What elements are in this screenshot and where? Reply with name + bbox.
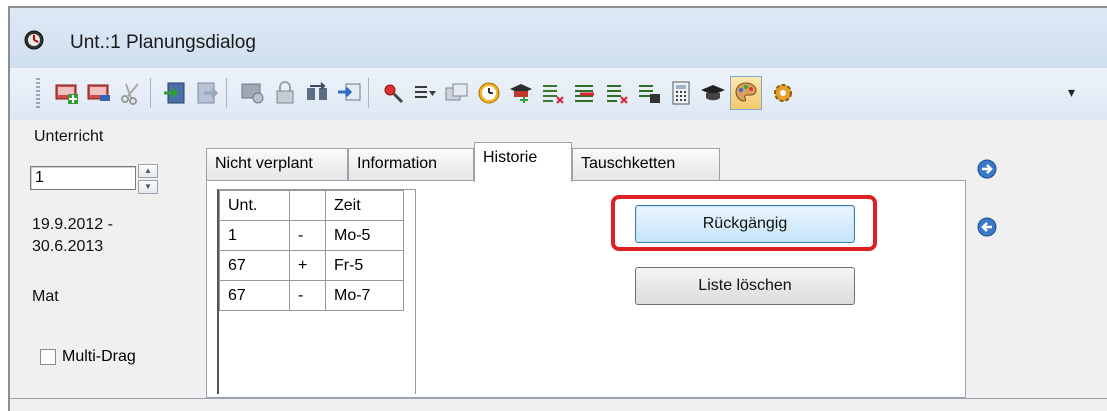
- table-header-row: Unt. Zeit: [219, 190, 404, 221]
- stepper-up-icon[interactable]: ▲: [138, 164, 158, 178]
- lesson-number-input[interactable]: [30, 166, 136, 190]
- list-check-icon[interactable]: [604, 80, 630, 106]
- tab-information[interactable]: Information: [348, 148, 474, 180]
- cell-sign: -: [289, 220, 326, 251]
- tab-historie[interactable]: Historie: [474, 142, 572, 182]
- calculator-icon[interactable]: [668, 80, 694, 106]
- export-icon[interactable]: [194, 80, 220, 106]
- settings-gear-icon[interactable]: [770, 80, 796, 106]
- dialog-content: Unterricht ▲ ▼ 19.9.2012 - 30.6.2013 Mat…: [10, 120, 1107, 411]
- column-header-unt[interactable]: Unt.: [219, 190, 290, 221]
- tab-nicht-verplant[interactable]: Nicht verplant: [206, 148, 348, 180]
- planning-dialog-window: Unt.:1 Planungsdialog ▾ Unterricht 1 ▲ ▼…: [8, 6, 1107, 411]
- swap-icon[interactable]: [304, 80, 330, 106]
- cell-zeit: Fr-5: [325, 250, 404, 281]
- column-header-zeit[interactable]: Zeit: [325, 190, 404, 221]
- cell-sign: +: [289, 250, 326, 281]
- list-icon[interactable]: [540, 80, 566, 106]
- cell-unt: 67: [219, 250, 290, 281]
- toolbar-separator: [150, 78, 151, 108]
- lesson-icon[interactable]: [86, 80, 112, 106]
- lock-icon[interactable]: [272, 80, 298, 106]
- graduation-icon[interactable]: [700, 80, 726, 106]
- transfer-icon[interactable]: [336, 80, 362, 106]
- list-filter-icon[interactable]: [412, 80, 438, 106]
- window-title: Unt.:1 Planungsdialog: [70, 32, 256, 53]
- multi-drag-label: Multi-Drag: [62, 348, 136, 365]
- subject-label: Mat: [32, 288, 59, 305]
- table-row[interactable]: 67 - Mo-7: [219, 280, 404, 311]
- list-edit-icon[interactable]: [636, 80, 662, 106]
- arrow-left-icon[interactable]: [976, 216, 998, 238]
- left-panel: Unterricht ▲ ▼ 19.9.2012 - 30.6.2013 Mat: [10, 120, 190, 410]
- toolbar-overflow-chevron-icon[interactable]: ▾: [1068, 84, 1075, 101]
- lesson-number-stepper[interactable]: ▲ ▼: [138, 164, 158, 194]
- cut-icon[interactable]: [118, 80, 144, 106]
- clear-list-button[interactable]: Liste löschen: [635, 267, 855, 305]
- date-range-end: 30.6.2013: [32, 238, 104, 255]
- checkbox-box[interactable]: [40, 349, 56, 365]
- stepper-down-icon[interactable]: ▼: [138, 180, 158, 194]
- add-lesson-icon[interactable]: [54, 80, 80, 106]
- toolbar-separator: [368, 78, 369, 108]
- cell-zeit: Mo-7: [325, 280, 404, 311]
- column-header-sign[interactable]: [289, 190, 326, 221]
- date-range-start: 19.9.2012 -: [32, 216, 113, 233]
- undo-button[interactable]: Rückgängig: [635, 205, 855, 243]
- cell-unt: 67: [219, 280, 290, 311]
- table-row[interactable]: 1 - Mo-5: [219, 220, 404, 251]
- arrow-right-icon[interactable]: [976, 158, 998, 180]
- cell-unt: 1: [219, 220, 290, 251]
- import-icon[interactable]: [162, 80, 188, 106]
- multi-drag-checkbox[interactable]: Multi-Drag: [40, 348, 136, 366]
- hat-icon[interactable]: [508, 80, 534, 106]
- title-bar[interactable]: Unt.:1 Planungsdialog: [10, 8, 1107, 68]
- tab-tauschketten[interactable]: Tauschketten: [572, 148, 720, 180]
- palette-icon[interactable]: [730, 76, 762, 110]
- table-row[interactable]: 67 + Fr-5: [219, 250, 404, 281]
- toolbar-separator: [226, 78, 227, 108]
- toolbar-grip[interactable]: [36, 78, 40, 108]
- clock-icon[interactable]: [476, 80, 502, 106]
- search-icon[interactable]: [380, 80, 406, 106]
- bottom-border: [10, 398, 1107, 411]
- history-tab-pane: Unt. Zeit 1 - Mo-5 67 + Fr-5 67 - Mo-7 R…: [206, 180, 966, 398]
- cell-sign: -: [289, 280, 326, 311]
- history-table[interactable]: Unt. Zeit 1 - Mo-5 67 + Fr-5 67 - Mo-7: [217, 189, 416, 394]
- list-remove-icon[interactable]: [572, 80, 598, 106]
- windows-icon[interactable]: [444, 80, 470, 106]
- lesson-heading: Unterricht: [34, 128, 104, 145]
- cell-zeit: Mo-5: [325, 220, 404, 251]
- copy-lesson-icon[interactable]: [240, 80, 266, 106]
- app-clock-icon: [24, 30, 44, 50]
- toolbar: ▾: [10, 68, 1107, 121]
